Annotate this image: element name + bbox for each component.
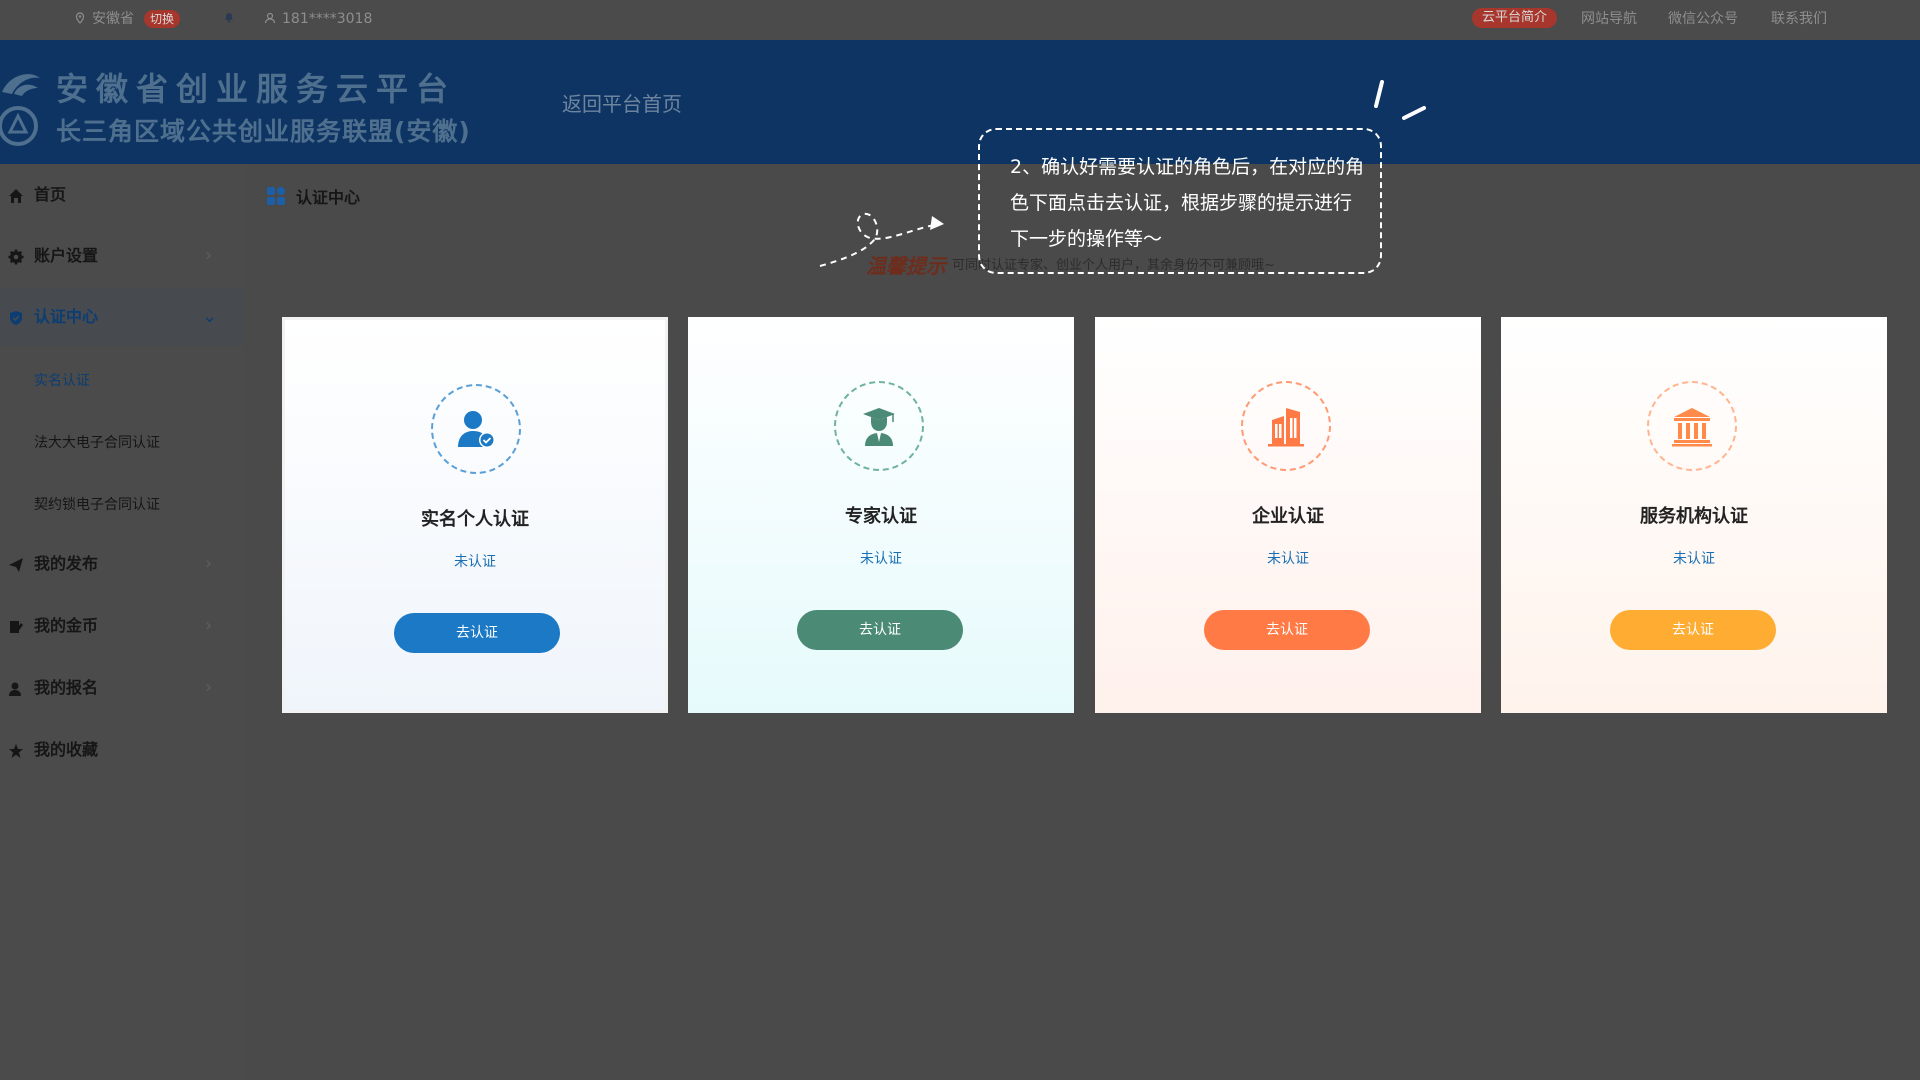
platform-intro-link[interactable]: 云平台简介 <box>1472 8 1558 28</box>
grid-icon <box>267 187 285 205</box>
user-icon <box>9 682 21 696</box>
location-pin-icon <box>75 12 85 24</box>
card-institution-verification: 服务机构认证 未认证 去认证 <box>1501 317 1887 713</box>
building-icon <box>1268 408 1304 447</box>
sidebar-item-label: 我的金币 <box>34 616 99 635</box>
brand-subtitle: 长三角区域公共创业服务联盟(安徽) <box>56 117 471 146</box>
sparkle-icon <box>1374 80 1426 120</box>
breadcrumb: 认证中心 <box>296 188 361 207</box>
institution-icon <box>1672 408 1712 447</box>
sidebar-item-certification-center[interactable]: 认证中心 ⌄ <box>0 288 244 346</box>
card-title: 实名个人认证 <box>421 509 529 530</box>
card-status: 未认证 <box>1267 551 1309 567</box>
sidebar-item-my-coins[interactable]: 我的金币 › <box>0 597 244 655</box>
card-enterprise-verification: 企业认证 未认证 去认证 <box>1095 317 1481 713</box>
guide-tooltip-text: 2、确认好需要认证的角色后，在对应的角色下面点击去认证，根据步骤的提示进行下一步… <box>1010 156 1365 250</box>
sidebar-subitem-real-name[interactable]: 实名认证 <box>34 370 90 390</box>
chevron-right-icon: › <box>205 677 213 698</box>
phone-number: 181****3018 <box>282 11 373 27</box>
graduate-icon <box>863 408 895 446</box>
notification-bell[interactable] <box>222 0 242 40</box>
sidebar-item-label: 我的发布 <box>34 554 99 573</box>
chevron-right-icon: › <box>205 245 213 266</box>
top-utility-bar: 安徽省 切换 181****3018 云平台简介 网站导航 微信公众号 联系我们 <box>0 0 1920 40</box>
logo-icon <box>0 74 40 146</box>
user-account[interactable]: 181****3018 <box>264 0 372 40</box>
card-status: 未认证 <box>454 554 496 570</box>
card-icon-circle <box>431 384 521 474</box>
chevron-right-icon: › <box>205 615 213 636</box>
card-expert-verification: 专家认证 未认证 去认证 <box>688 317 1074 713</box>
location-selector[interactable]: 安徽省 切换 <box>74 0 181 40</box>
sidebar-item-label: 账户设置 <box>34 246 99 265</box>
card-status: 未认证 <box>860 551 902 567</box>
verify-expert-button[interactable]: 去认证 <box>797 610 963 650</box>
sidebar-item-my-favorites[interactable]: 我的收藏 <box>0 721 244 779</box>
verify-personal-button[interactable]: 去认证 <box>394 613 560 653</box>
user-icon <box>264 12 276 24</box>
bell-icon <box>225 13 233 23</box>
sidebar-item-home[interactable]: 首页 <box>0 166 244 224</box>
card-title: 专家认证 <box>845 506 917 527</box>
send-icon <box>9 558 23 572</box>
switch-location-button[interactable]: 切换 <box>144 10 181 28</box>
card-title: 企业认证 <box>1252 506 1324 527</box>
sidebar-subitem-qiyuesuo[interactable]: 契约锁电子合同认证 <box>34 494 160 514</box>
site-header: 安徽省创业服务云平台 长三角区域公共创业服务联盟(安徽) 返回平台首页 <box>0 40 1920 164</box>
verify-institution-button[interactable]: 去认证 <box>1610 610 1776 650</box>
card-icon-circle <box>1241 381 1331 471</box>
sidebar-item-label: 我的报名 <box>34 678 99 697</box>
sidebar-item-my-registrations[interactable]: 我的报名 › <box>0 659 244 717</box>
card-icon-circle <box>834 381 924 471</box>
sidebar-subitem-fadada[interactable]: 法大大电子合同认证 <box>34 432 160 452</box>
guide-arrow-icon <box>819 212 944 267</box>
location-text: 安徽省 <box>92 11 134 27</box>
site-nav-link[interactable]: 网站导航 <box>1581 0 1637 40</box>
back-home-link[interactable]: 返回平台首页 <box>562 88 682 117</box>
shield-icon <box>10 311 22 325</box>
wechat-link[interactable]: 微信公众号 <box>1668 0 1738 40</box>
chevron-right-icon: › <box>205 553 213 574</box>
card-icon-circle <box>1647 381 1737 471</box>
card-title: 服务机构认证 <box>1640 506 1748 527</box>
sidebar-item-label: 首页 <box>34 185 67 204</box>
sidebar-item-label: 我的收藏 <box>34 740 99 759</box>
card-status: 未认证 <box>1673 551 1715 567</box>
contact-link[interactable]: 联系我们 <box>1771 0 1827 40</box>
verify-enterprise-button[interactable]: 去认证 <box>1204 610 1370 650</box>
sidebar-item-my-posts[interactable]: 我的发布 › <box>0 535 244 593</box>
chevron-down-icon: ⌄ <box>202 306 218 327</box>
card-personal-verification: 实名个人认证 未认证 去认证 <box>282 317 668 713</box>
star-icon <box>9 744 23 758</box>
brand-title: 安徽省创业服务云平台 <box>56 70 457 108</box>
coin-icon <box>10 621 23 633</box>
sidebar-item-label: 认证中心 <box>34 307 99 326</box>
sidebar-item-account-settings[interactable]: 账户设置 › <box>0 227 244 285</box>
gear-icon <box>8 249 24 265</box>
home-icon <box>9 189 23 203</box>
person-verified-icon <box>458 411 495 448</box>
